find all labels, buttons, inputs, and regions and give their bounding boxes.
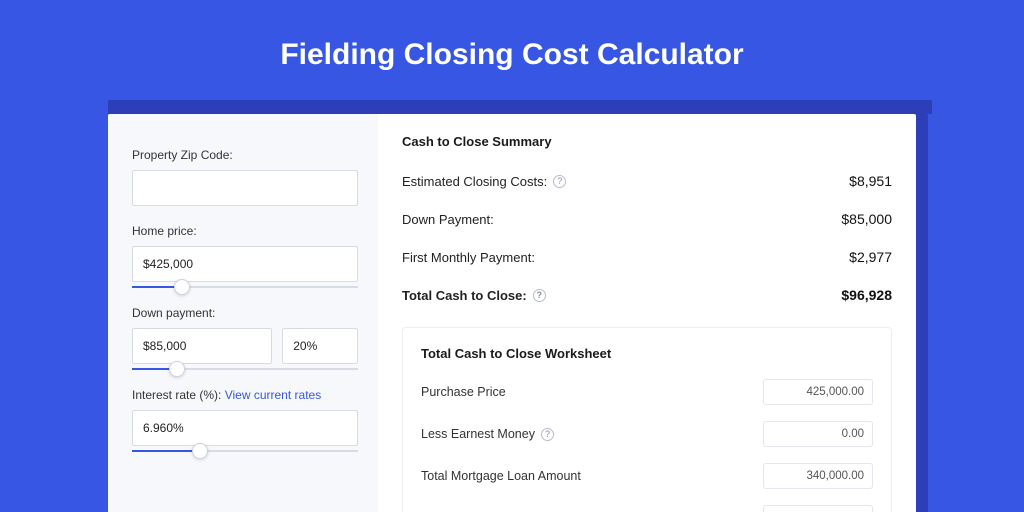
summary-total-label: Total Cash to Close: ? xyxy=(402,288,546,303)
page-title: Fielding Closing Cost Calculator xyxy=(0,0,1024,100)
summary-total-value: $96,928 xyxy=(841,287,892,303)
summary-row: Down Payment: $85,000 xyxy=(402,203,892,241)
down-payment-label: Down payment: xyxy=(132,306,358,320)
interest-rate-slider[interactable] xyxy=(132,450,358,452)
summary-label-text: Total Cash to Close: xyxy=(402,288,527,303)
help-icon[interactable]: ? xyxy=(533,289,546,302)
home-price-input[interactable] xyxy=(132,246,358,282)
interest-rate-label-text: Interest rate (%): xyxy=(132,388,221,402)
summary-row: First Monthly Payment: $2,977 xyxy=(402,241,892,279)
worksheet-input[interactable] xyxy=(763,463,873,489)
results-panel: Cash to Close Summary Estimated Closing … xyxy=(378,114,916,512)
home-price-field: Home price: xyxy=(132,224,358,288)
view-rates-link[interactable]: View current rates xyxy=(225,388,322,402)
summary-row: Estimated Closing Costs: ? $8,951 xyxy=(402,165,892,203)
card-top-accent xyxy=(108,100,932,114)
slider-thumb[interactable] xyxy=(174,279,190,295)
summary-value: $85,000 xyxy=(841,211,892,227)
worksheet-label-text: Purchase Price xyxy=(421,385,506,399)
worksheet-label-text: Less Earnest Money xyxy=(421,427,535,441)
down-payment-field: Down payment: xyxy=(132,306,358,370)
down-payment-inputs xyxy=(132,328,358,364)
summary-label-text: Down Payment: xyxy=(402,212,494,227)
worksheet-row: Total Second Mortgage Amount xyxy=(421,505,873,512)
slider-thumb[interactable] xyxy=(169,361,185,377)
worksheet-label-text: Total Mortgage Loan Amount xyxy=(421,469,581,483)
worksheet-row: Less Earnest Money ? xyxy=(421,421,873,447)
summary-total-row: Total Cash to Close: ? $96,928 xyxy=(402,279,892,317)
calculator-card: Property Zip Code: Home price: Down paym… xyxy=(108,114,916,512)
interest-rate-field: Interest rate (%): View current rates xyxy=(132,388,358,452)
slider-fill xyxy=(132,450,200,452)
home-price-slider[interactable] xyxy=(132,286,358,288)
summary-title: Cash to Close Summary xyxy=(402,134,892,149)
summary-label: Estimated Closing Costs: ? xyxy=(402,174,566,189)
down-payment-input[interactable] xyxy=(132,328,272,364)
zip-field: Property Zip Code: xyxy=(132,148,358,206)
zip-label: Property Zip Code: xyxy=(132,148,358,162)
inputs-panel: Property Zip Code: Home price: Down paym… xyxy=(108,114,378,512)
interest-rate-label: Interest rate (%): View current rates xyxy=(132,388,358,402)
interest-rate-input[interactable] xyxy=(132,410,358,446)
summary-value: $2,977 xyxy=(849,249,892,265)
worksheet-row: Total Mortgage Loan Amount xyxy=(421,463,873,489)
worksheet-title: Total Cash to Close Worksheet xyxy=(421,346,873,361)
down-payment-slider[interactable] xyxy=(132,368,358,370)
summary-label-text: First Monthly Payment: xyxy=(402,250,535,265)
worksheet-input[interactable] xyxy=(763,379,873,405)
summary-label: First Monthly Payment: xyxy=(402,250,535,265)
summary-label-text: Estimated Closing Costs: xyxy=(402,174,547,189)
worksheet-panel: Total Cash to Close Worksheet Purchase P… xyxy=(402,327,892,512)
slider-thumb[interactable] xyxy=(192,443,208,459)
worksheet-row: Purchase Price xyxy=(421,379,873,405)
summary-label: Down Payment: xyxy=(402,212,494,227)
worksheet-label: Less Earnest Money ? xyxy=(421,427,554,441)
home-price-label: Home price: xyxy=(132,224,358,238)
help-icon[interactable]: ? xyxy=(553,175,566,188)
summary-value: $8,951 xyxy=(849,173,892,189)
zip-input[interactable] xyxy=(132,170,358,206)
down-payment-pct-input[interactable] xyxy=(282,328,358,364)
help-icon[interactable]: ? xyxy=(541,428,554,441)
worksheet-input[interactable] xyxy=(763,505,873,512)
worksheet-label: Purchase Price xyxy=(421,385,506,399)
worksheet-input[interactable] xyxy=(763,421,873,447)
worksheet-label: Total Mortgage Loan Amount xyxy=(421,469,581,483)
